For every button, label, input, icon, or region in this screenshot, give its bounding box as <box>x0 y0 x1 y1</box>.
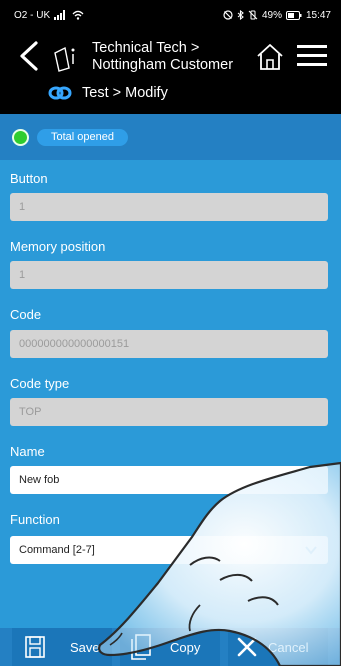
cancel-button[interactable]: Cancel <box>228 628 328 666</box>
breadcrumb-line2: Nottingham Customer <box>92 57 234 73</box>
alarm-off-icon <box>223 10 233 20</box>
button-value: 1 <box>19 201 26 213</box>
memory-position-value: 1 <box>19 269 26 281</box>
status-strip: Total opened <box>0 114 341 160</box>
sub-breadcrumb-text: Test > Modify <box>82 85 168 101</box>
menu-button[interactable] <box>297 44 327 68</box>
code-value: 000000000000000151 <box>19 338 130 350</box>
back-icon <box>20 41 38 71</box>
bottom-toolbar: Save Copy Cancel <box>0 628 341 666</box>
breadcrumb: Technical Tech > Nottingham Customer <box>92 40 262 74</box>
wifi-icon <box>72 10 84 20</box>
status-indicator-dot <box>12 128 29 146</box>
name-value: New fob <box>19 474 60 486</box>
function-label: Function <box>10 512 60 527</box>
button-label: Button <box>10 171 48 186</box>
menu-icon <box>297 45 327 66</box>
code-label: Code <box>10 307 42 322</box>
home-button[interactable] <box>255 42 285 72</box>
cancel-icon <box>237 637 257 657</box>
copy-icon <box>131 634 151 660</box>
vibrate-icon <box>248 10 258 20</box>
name-label: Name <box>10 444 45 459</box>
function-value: Command [2-7] <box>19 544 95 556</box>
save-icon <box>25 636 45 658</box>
document-icon <box>52 44 78 72</box>
copy-label: Copy <box>170 639 201 655</box>
name-input[interactable]: New fob <box>10 466 328 494</box>
save-button[interactable]: Save <box>12 628 112 666</box>
memory-position-field: 1 <box>10 261 328 289</box>
signal-icon <box>54 10 68 20</box>
save-label: Save <box>70 639 100 655</box>
time-text: 15:47 <box>305 9 331 21</box>
code-field: 000000000000000151 <box>10 330 328 358</box>
chevron-down-icon <box>305 546 317 555</box>
status-badge: Total opened <box>37 128 128 146</box>
function-select[interactable]: Command [2-7] <box>10 536 328 564</box>
battery-icon <box>285 10 302 20</box>
breadcrumb-line1: Technical Tech > <box>92 40 200 56</box>
button-field: 1 <box>10 193 328 221</box>
back-button[interactable] <box>16 40 42 72</box>
carrier-text: O2 - UK <box>14 9 51 21</box>
memory-position-label: Memory position <box>10 239 106 254</box>
status-bar: O2 - UK 49% 15:47 <box>0 0 341 30</box>
code-type-field: TOP <box>10 398 328 426</box>
link-icon <box>48 86 72 100</box>
code-type-label: Code type <box>10 376 70 391</box>
battery-percent: 49% <box>261 9 282 21</box>
code-type-value: TOP <box>19 406 42 418</box>
copy-button[interactable]: Copy <box>120 628 220 666</box>
bluetooth-icon <box>237 10 244 20</box>
home-icon <box>257 44 283 70</box>
cancel-label: Cancel <box>268 639 309 655</box>
sub-breadcrumb: Test > Modify <box>48 82 168 104</box>
app-header: Technical Tech > Nottingham Customer Tes… <box>0 30 341 114</box>
